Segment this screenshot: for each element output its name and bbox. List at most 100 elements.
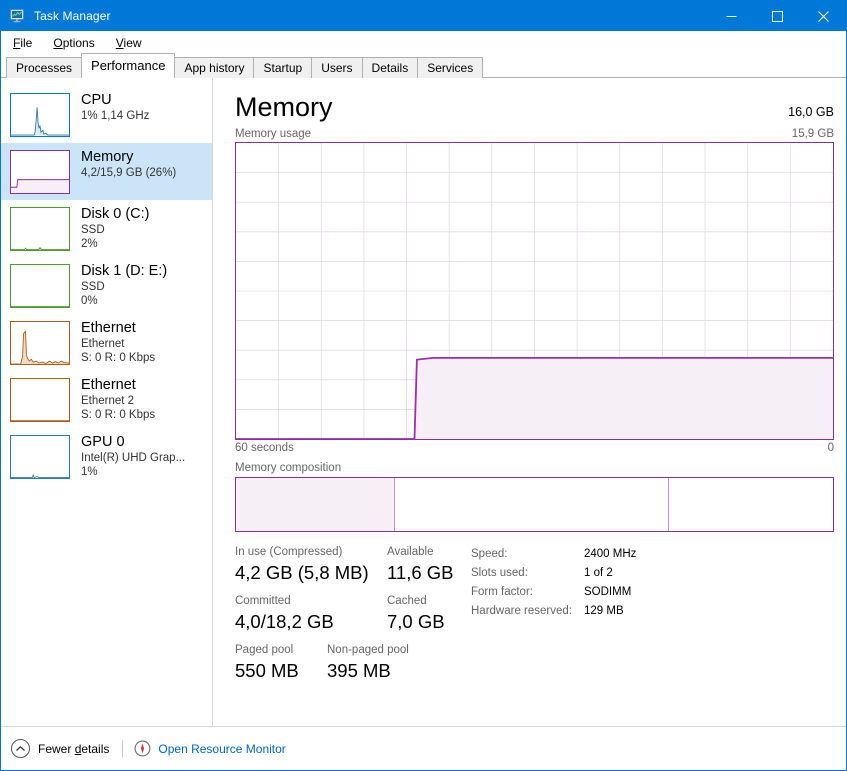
tab-details[interactable]: Details [362,57,419,78]
sidebar-sub-disk1-pct: 0% [81,294,167,308]
sidebar-sub-cpu: 1% 1,14 GHz [81,109,149,123]
sidebar-sub-gpu0-name: Intel(R) UHD Grap... [81,451,185,465]
menu-options[interactable]: Options [50,34,104,52]
sidebar-sub-disk0-pct: 2% [81,237,149,251]
sidebar-item-cpu[interactable]: CPU 1% 1,14 GHz [1,86,212,143]
stat-available: Available 11,6 GB [387,545,454,585]
fewer-details-label: Fewer details [38,742,109,756]
sidebar-title-disk1: Disk 1 (D: E:) [81,262,167,280]
sidebar-text-ethernet-1: Ethernet Ethernet S: 0 R: 0 Kbps [81,318,155,365]
sidebar-title-gpu0: GPU 0 [81,433,185,451]
stat-non-paged-pool-label: Non-paged pool [327,643,409,658]
memory-detail-panel: Memory 16,0 GB Memory usage 15,9 GB [213,78,846,726]
stat-row-inuse-available: In use (Compressed) 4,2 GB (5,8 MB) Avai… [235,545,471,585]
fewer-details-button[interactable]: Fewer details [11,739,109,758]
composition-segment-in-use [236,478,394,531]
memory-thumbnail-graph [10,150,70,194]
sidebar-text-disk1: Disk 1 (D: E:) SSD 0% [81,261,167,308]
sidebar-title-memory: Memory [81,148,176,166]
sidebar-title-ethernet-1: Ethernet [81,319,155,337]
sidebar-text-disk0: Disk 0 (C:) SSD 2% [81,204,149,251]
menu-view-rest: iew [124,36,142,50]
ethernet2-thumbnail-graph [10,378,70,422]
title-bar: Task Manager [1,1,846,31]
memory-composition-bar[interactable] [235,477,834,532]
cpu-thumbnail-graph [10,93,70,137]
sidebar-sub-ethernet-1-name: Ethernet [81,337,155,351]
stat-in-use: In use (Compressed) 4,2 GB (5,8 MB) [235,545,387,585]
memory-total: 16,0 GB [788,105,834,119]
chevron-up-icon [11,739,30,758]
stat-paged-pool: Paged pool 550 MB [235,643,327,683]
page-title: Memory [235,90,333,124]
stat-non-paged-pool: Non-paged pool 395 MB [327,643,409,683]
stat-cached: Cached 7,0 GB [387,594,445,634]
sidebar-sub-ethernet-2-name: Ethernet 2 [81,394,155,408]
sidebar-sub-gpu0-pct: 1% [81,465,185,479]
open-resource-monitor-link[interactable]: Open Resource Monitor [134,740,285,757]
close-button[interactable] [800,1,846,31]
memory-statistics-left: In use (Compressed) 4,2 GB (5,8 MB) Avai… [235,545,471,692]
stat-committed-label: Committed [235,594,387,609]
ethernet1-thumbnail-graph [10,321,70,365]
memory-usage-graph-svg [236,143,833,439]
fewer-details-accel: d [75,742,82,756]
menu-view[interactable]: View [113,34,152,52]
sidebar-title-disk0: Disk 0 (C:) [81,205,149,223]
sidebar-text-cpu: CPU 1% 1,14 GHz [81,90,149,123]
sidebar-item-ethernet-1[interactable]: Ethernet Ethernet S: 0 R: 0 Kbps [1,314,212,371]
maximize-button[interactable] [754,1,800,31]
tab-app-history[interactable]: App history [174,57,254,78]
sidebar-sub-disk0-type: SSD [81,223,149,237]
stat-available-value: 11,6 GB [387,560,454,585]
status-bar: Fewer details Open Resource Monitor [1,726,846,770]
memory-composition-label: Memory composition [235,462,834,474]
composition-divider-2 [668,478,669,531]
footer-separator [122,740,123,757]
sidebar-item-gpu0[interactable]: GPU 0 Intel(R) UHD Grap... 1% [1,428,212,485]
tab-services[interactable]: Services [417,57,483,78]
stat-cached-label: Cached [387,594,445,609]
menu-bar: File Options View [1,31,846,54]
stat-in-use-label: In use (Compressed) [235,545,387,560]
sidebar-sub-disk1-type: SSD [81,280,167,294]
sidebar-text-ethernet-2: Ethernet Ethernet 2 S: 0 R: 0 Kbps [81,375,155,422]
info-form-factor-label: Form factor: [471,583,584,601]
menu-options-accel: O [53,36,62,50]
tab-users[interactable]: Users [311,57,362,78]
window-controls [708,1,846,31]
tab-processes[interactable]: Processes [6,57,82,78]
stat-committed-value: 4,0/18,2 GB [235,609,387,634]
menu-options-rest: ptions [63,36,95,50]
sidebar-item-ethernet-2[interactable]: Ethernet Ethernet 2 S: 0 R: 0 Kbps [1,371,212,428]
menu-view-accel: V [116,36,124,50]
usage-graph-header: Memory usage 15,9 GB [235,128,834,140]
stat-in-use-value: 4,2 GB (5,8 MB) [235,560,387,585]
usage-graph-max: 15,9 GB [792,128,834,140]
stat-available-label: Available [387,545,454,560]
sidebar-item-disk1[interactable]: Disk 1 (D: E:) SSD 0% [1,257,212,314]
sidebar-text-gpu0: GPU 0 Intel(R) UHD Grap... 1% [81,432,185,479]
info-speed-label: Speed: [471,545,584,563]
tab-performance[interactable]: Performance [81,53,175,78]
stat-row-committed-cached: Committed 4,0/18,2 GB Cached 7,0 GB [235,594,471,634]
sidebar-title-cpu: CPU [81,91,149,109]
usage-graph-label: Memory usage [235,128,311,140]
memory-usage-area [415,358,833,439]
sidebar-sub-ethernet-2-rate: S: 0 R: 0 Kbps [81,408,155,422]
tab-startup[interactable]: Startup [253,57,312,78]
sidebar-item-disk0[interactable]: Disk 0 (C:) SSD 2% [1,200,212,257]
memory-usage-graph [235,142,834,440]
info-slots-label: Slots used: [471,564,584,582]
sidebar-sub-memory: 4,2/15,9 GB (26%) [81,166,176,180]
minimize-button[interactable] [708,1,754,31]
content-body: CPU 1% 1,14 GHz Memory 4,2/15,9 GB (26%) [1,78,846,726]
stat-non-paged-pool-value: 395 MB [327,658,409,683]
menu-file-rest: ile [20,36,32,50]
graph-axis-labels: 60 seconds 0 [235,442,834,454]
menu-file[interactable]: File [10,34,42,52]
task-manager-icon [10,8,26,24]
info-speed-value: 2400 MHz [584,545,834,563]
open-resource-monitor-label: Open Resource Monitor [158,742,285,756]
sidebar-item-memory[interactable]: Memory 4,2/15,9 GB (26%) [1,143,212,200]
